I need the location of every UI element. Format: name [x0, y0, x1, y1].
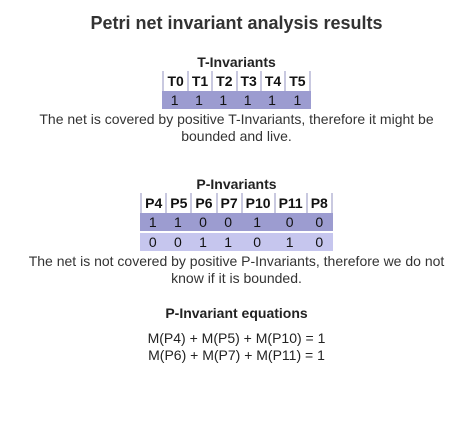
table-cell: 1 — [240, 213, 274, 231]
page-title: Petri net invariant analysis results — [90, 13, 383, 33]
table-row: 0 0 1 1 0 1 0 — [140, 231, 333, 251]
column-header-t4: T4 — [259, 71, 284, 91]
table-row: 1 1 1 1 1 1 — [162, 91, 311, 109]
equation-line: M(P4) + M(P5) + M(P10) = 1 — [147, 330, 326, 346]
table-cell: 0 — [140, 231, 166, 251]
t-invariants-heading: T-Invariants — [197, 54, 276, 70]
table-cell: 1 — [211, 91, 236, 109]
column-header-p8: P8 — [305, 193, 333, 213]
column-header-t1: T1 — [186, 71, 211, 91]
table-cell: 1 — [140, 213, 166, 231]
column-header-p11: P11 — [273, 193, 306, 213]
table-cell: 1 — [165, 213, 191, 231]
column-header-t5: T5 — [284, 71, 311, 91]
table-cell: 1 — [273, 231, 306, 251]
table-cell: 1 — [215, 231, 241, 251]
column-header-t0: T0 — [162, 71, 186, 91]
column-header-p4: P4 — [140, 193, 165, 213]
table-cell: 1 — [259, 91, 285, 109]
equations-heading: P-Invariant equations — [165, 305, 308, 321]
table-cell: 1 — [190, 231, 216, 251]
column-header-p10: P10 — [240, 193, 274, 213]
t-invariants-table: T0 T1 T2 T3 T4 T5 1 1 1 1 1 1 — [162, 71, 311, 109]
t-invariants-header-row: T0 T1 T2 T3 T4 T5 — [162, 71, 311, 91]
table-cell: 0 — [215, 213, 241, 231]
table-cell: 1 — [186, 91, 212, 109]
table-cell: 0 — [240, 231, 274, 251]
t-invariants-note: The net is covered by positive T-Invaria… — [39, 111, 434, 144]
p-invariants-table: P4 P5 P6 P7 P10 P11 P8 1 1 0 0 1 0 0 0 0… — [140, 193, 333, 251]
table-cell: 1 — [162, 91, 187, 109]
table-cell: 1 — [284, 91, 311, 109]
p-invariants-header-row: P4 P5 P6 P7 P10 P11 P8 — [140, 193, 333, 213]
p-invariants-note: The net is not covered by positive P-Inv… — [28, 253, 445, 286]
table-cell: 0 — [273, 213, 306, 231]
column-header-p5: P5 — [165, 193, 190, 213]
column-header-t3: T3 — [235, 71, 260, 91]
p-invariants-heading: P-Invariants — [196, 176, 277, 192]
table-row: 1 1 0 0 1 0 0 — [140, 213, 333, 231]
table-cell: 1 — [235, 91, 260, 109]
column-header-p7: P7 — [215, 193, 241, 213]
column-header-p6: P6 — [190, 193, 215, 213]
table-cell: 0 — [305, 213, 333, 231]
table-cell: 0 — [305, 231, 333, 251]
equations-list: M(P4) + M(P5) + M(P10) = 1 M(P6) + M(P7)… — [0, 330, 473, 364]
table-cell: 0 — [190, 213, 216, 231]
equation-line: M(P6) + M(P7) + M(P11) = 1 — [148, 347, 325, 363]
table-cell: 0 — [165, 231, 191, 251]
column-header-t2: T2 — [211, 71, 235, 91]
